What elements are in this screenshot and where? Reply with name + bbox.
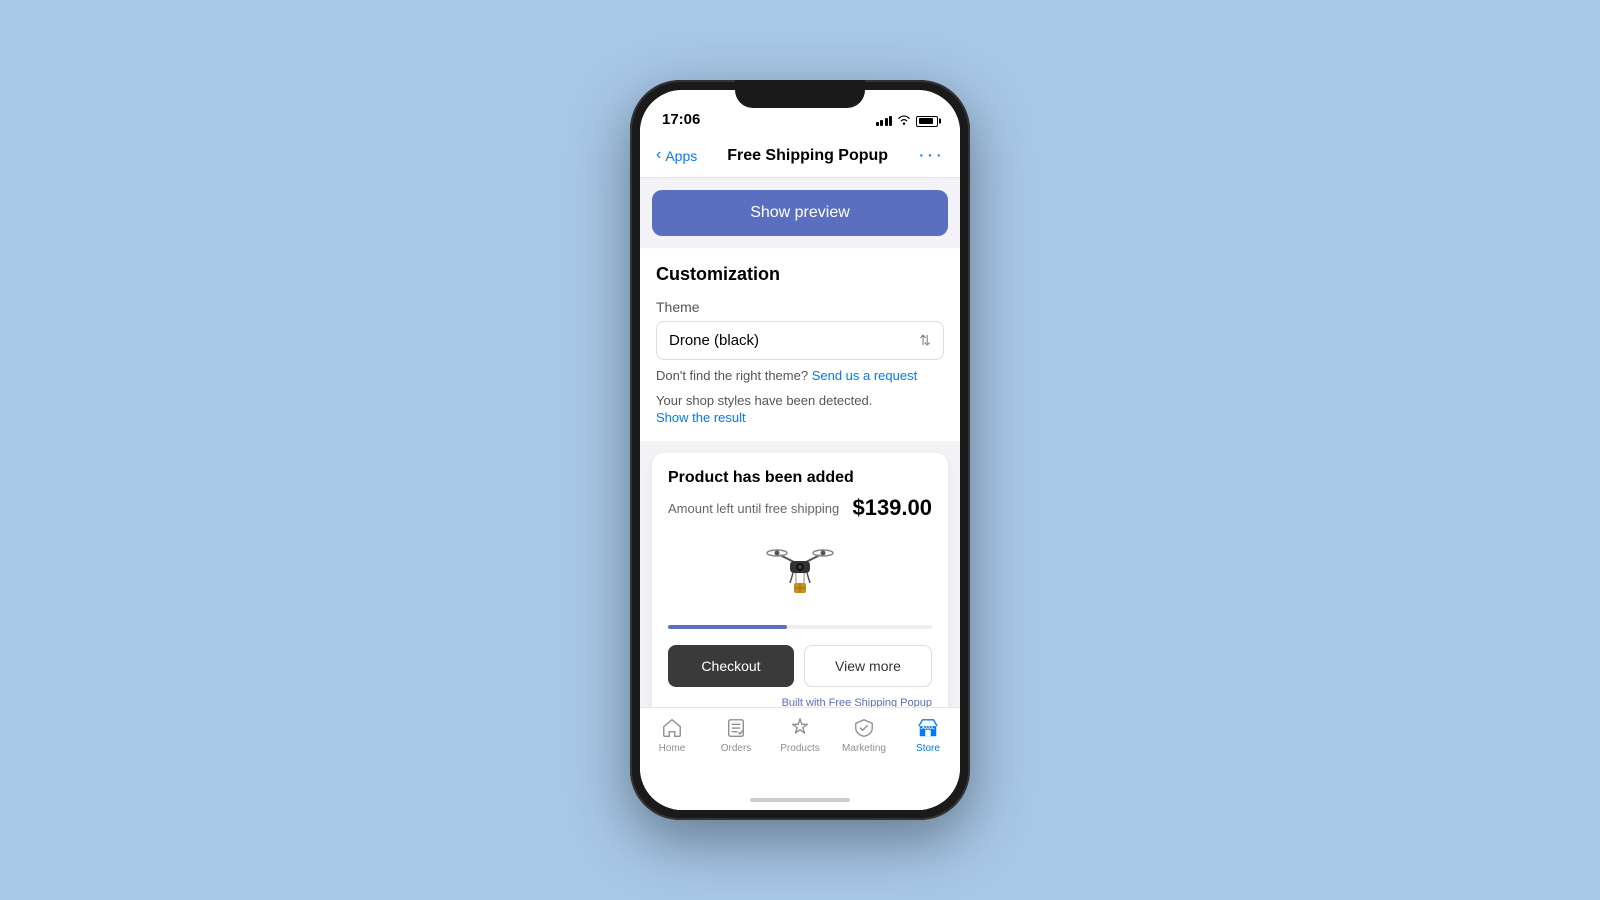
drone-icon	[760, 533, 840, 613]
tab-store[interactable]: Store	[896, 716, 960, 754]
popup-price: $139.00	[852, 495, 932, 521]
tab-orders-label: Orders	[721, 743, 752, 754]
signal-icon	[876, 116, 893, 126]
send-request-link[interactable]: Send us a request	[812, 368, 918, 383]
status-time: 17:06	[662, 111, 700, 128]
home-indicator	[640, 790, 960, 810]
phone-notch	[735, 80, 865, 108]
home-icon	[660, 716, 684, 740]
phone-frame: 17:06	[630, 80, 970, 820]
phone-screen: 17:06	[640, 90, 960, 810]
theme-value: Drone (black)	[669, 332, 759, 349]
theme-label: Theme	[656, 299, 944, 315]
customization-section: Customization Theme Drone (black) ⇅ Don'…	[640, 248, 960, 441]
drone-illustration	[668, 533, 932, 613]
main-content: Show preview Customization Theme Drone (…	[640, 178, 960, 707]
tab-products-label: Products	[780, 743, 819, 754]
nav-header: ‹ Apps Free Shipping Popup ···	[640, 134, 960, 178]
popup-card-title: Product has been added	[668, 469, 932, 487]
nav-title: Free Shipping Popup	[727, 147, 888, 165]
tab-products[interactable]: Products	[768, 716, 832, 754]
styles-detected-text: Your shop styles have been detected.	[656, 393, 944, 408]
show-preview-button[interactable]: Show preview	[652, 190, 948, 236]
popup-actions: Checkout View more	[668, 645, 932, 687]
theme-hint: Don't find the right theme? Send us a re…	[656, 368, 944, 383]
progress-bar-container	[668, 625, 932, 629]
tab-home[interactable]: Home	[640, 716, 704, 754]
wifi-icon	[897, 114, 911, 128]
tab-home-label: Home	[659, 743, 686, 754]
built-with: Built with Free Shipping Popup	[668, 697, 932, 707]
back-label: Apps	[665, 148, 697, 164]
popup-preview-card: Product has been added Amount left until…	[652, 453, 948, 707]
back-button[interactable]: ‹ Apps	[656, 147, 697, 164]
show-result-link[interactable]: Show the result	[656, 410, 944, 425]
theme-select[interactable]: Drone (black) ⇅	[656, 321, 944, 360]
popup-shipping-text: Amount left until free shipping	[668, 501, 839, 516]
tab-bar: Home Orders Products	[640, 707, 960, 790]
home-bar	[750, 798, 850, 802]
marketing-icon	[852, 716, 876, 740]
view-more-button[interactable]: View more	[804, 645, 932, 687]
products-icon	[788, 716, 812, 740]
popup-shipping-row: Amount left until free shipping $139.00	[668, 495, 932, 521]
tab-orders[interactable]: Orders	[704, 716, 768, 754]
tab-store-label: Store	[916, 743, 940, 754]
store-icon	[916, 716, 940, 740]
progress-bar-fill	[668, 625, 787, 629]
tab-marketing[interactable]: Marketing	[832, 716, 896, 754]
more-button[interactable]: ···	[918, 144, 944, 167]
battery-icon	[916, 116, 938, 127]
status-icons	[876, 114, 939, 128]
back-chevron-icon: ‹	[656, 146, 661, 164]
orders-icon	[724, 716, 748, 740]
section-title: Customization	[656, 264, 944, 285]
select-arrows-icon: ⇅	[919, 332, 931, 349]
tab-marketing-label: Marketing	[842, 743, 886, 754]
checkout-button[interactable]: Checkout	[668, 645, 794, 687]
